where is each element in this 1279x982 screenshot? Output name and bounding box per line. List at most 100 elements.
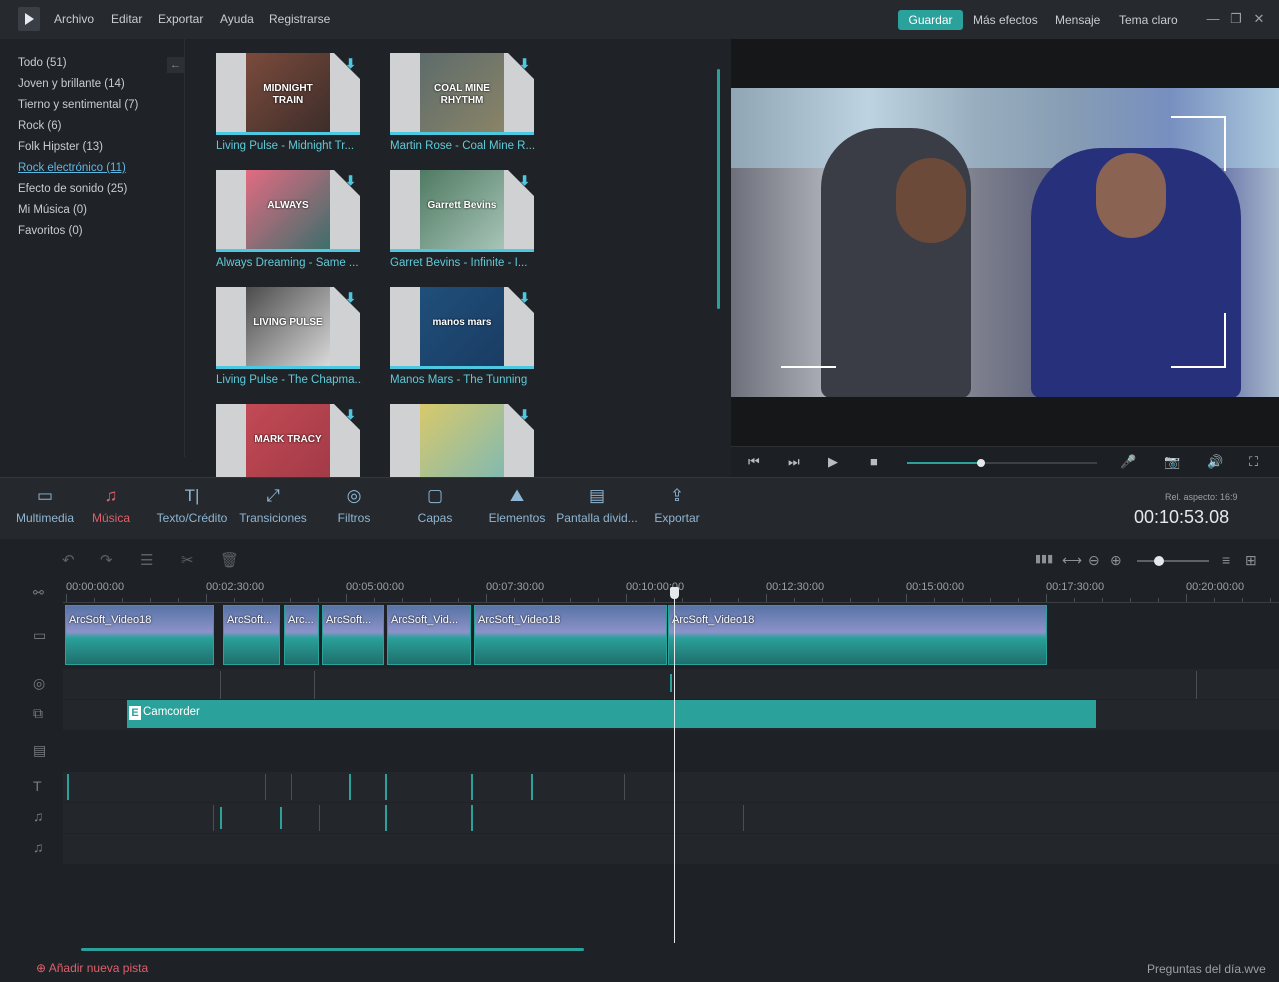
video-clip[interactable]: ArcSoft_Video18 [474,605,667,665]
category-item[interactable]: Mi Música (0) [18,204,87,216]
microphone-icon[interactable]: 🎤 [1120,454,1136,470]
music-marker[interactable] [220,807,222,829]
snapshot-icon[interactable]: 📷 [1164,454,1180,470]
music-marker[interactable] [385,805,387,831]
category-item[interactable]: Efecto de sonido (25) [18,183,127,195]
download-icon[interactable]: ⬇ [519,56,530,72]
music-marker[interactable] [280,807,282,829]
collapse-panel-icon[interactable]: ← [167,57,184,73]
minimize-icon[interactable]: — [1205,10,1221,28]
music-title[interactable]: Garret Bevins - Infinite - I... [390,257,536,269]
category-item[interactable]: Folk Hipster (13) [18,141,103,153]
add-track-button[interactable]: ⊕ Añadir nueva pista [36,961,148,975]
track-list-icon[interactable]: ≡ [1222,552,1230,568]
download-icon[interactable]: ⬇ [519,290,530,306]
menu-exportar[interactable]: Exportar [158,12,203,26]
volume-icon[interactable]: 🔊 [1207,454,1223,470]
category-item[interactable]: Favoritos (0) [18,225,83,237]
music-thumbnail[interactable]: ⬇ [390,404,534,486]
tool-tab-overlays[interactable]: ▢ Capas [390,486,480,525]
video-clip[interactable]: ArcSoft... [223,605,280,665]
category-item[interactable]: Rock (6) [18,120,61,132]
cut-icon[interactable]: ✂ [181,551,194,569]
grid-view-icon[interactable]: ⊞ [1245,552,1257,569]
text-marker[interactable] [531,774,533,800]
tool-tab-filters[interactable]: ◎ Filtros [309,486,399,525]
video-clip[interactable]: Arc... [284,605,319,665]
music-title[interactable]: Martin Rose - Coal Mine R... [390,140,536,152]
menu-archivo[interactable]: Archivo [54,12,94,26]
library-scrollbar[interactable] [717,69,720,309]
music-title[interactable]: Living Pulse - The Chapma... [216,374,362,386]
music-thumbnail[interactable]: MARK TRACY ⬇ [216,404,360,486]
undo-icon[interactable]: ↶ [62,551,75,569]
tool-tab-split-screen[interactable]: ▤ Pantalla divid... [552,486,642,525]
light-theme-link[interactable]: Tema claro [1119,13,1178,27]
download-icon[interactable]: ⬇ [345,173,356,189]
tool-tab-export[interactable]: ⇪ Exportar [632,486,722,525]
skip-forward-icon[interactable]: ⏭ [788,454,800,470]
music-title[interactable]: Living Pulse - Midnight Tr... [216,140,362,152]
maximize-icon[interactable]: ❐ [1228,10,1244,28]
download-icon[interactable]: ⬇ [519,173,530,189]
text-marker[interactable] [349,774,351,800]
download-icon[interactable]: ⬇ [345,407,356,423]
zoom-out-icon[interactable]: ⊖ [1088,552,1100,569]
video-clip[interactable]: ArcSoft_Video18 [668,605,1047,665]
redo-icon[interactable]: ↷ [100,551,113,569]
zoom-slider[interactable] [1137,560,1209,562]
seek-handle[interactable] [977,459,986,467]
fullscreen-icon[interactable]: ⛶ [1249,454,1258,470]
timeline-scrollbar[interactable] [81,948,584,951]
tool-tab-transitions[interactable]: ⤢ Transiciones [228,486,318,525]
stop-icon[interactable]: ■ [870,454,878,469]
music-title[interactable]: Always Dreaming - Same ... [216,257,362,269]
music-thumbnail[interactable]: ALWAYS ⬇ [216,170,360,252]
download-icon[interactable]: ⬇ [345,56,356,72]
ruler-tick [1242,598,1243,602]
tool-tab-text[interactable]: T| Texto/Crédito [147,486,237,525]
audio-mixer-icon[interactable]: ▮▮▮ [1035,552,1053,565]
skip-back-icon[interactable]: ⏮ [748,454,760,470]
music-thumbnail[interactable]: manos mars ⬇ [390,287,534,369]
save-button[interactable]: Guardar [898,10,963,30]
fit-timeline-icon[interactable]: ⟷ [1062,552,1082,569]
video-clip[interactable]: ArcSoft... [322,605,384,665]
category-item[interactable]: Tierno y sentimental (7) [18,99,138,111]
music-thumbnail[interactable]: Garrett Bevins ⬇ [390,170,534,252]
music-marker[interactable] [471,805,473,831]
music-thumbnail[interactable]: MIDNIGHT TRAIN ⬇ [216,53,360,135]
text-marker[interactable] [385,774,387,800]
overlay-clip[interactable]: E Camcorder [127,700,1096,728]
playhead[interactable] [674,589,675,943]
download-icon[interactable]: ⬇ [345,290,356,306]
music-title[interactable]: Manos Mars - The Tunning [390,374,536,386]
text-track [63,772,1279,802]
menu-registrarse[interactable]: Registrarse [269,12,330,26]
download-icon[interactable]: ⬇ [519,407,530,423]
category-item-active[interactable]: Rock electrónico (11) [18,162,126,174]
tool-tab-elements[interactable]: ⛰ Elementos [472,486,562,525]
close-icon[interactable]: ✕ [1251,10,1267,28]
category-item[interactable]: Todo (51) [18,57,67,69]
menu-editar[interactable]: Editar [111,12,142,26]
zoom-in-icon[interactable]: ⊕ [1110,552,1122,569]
delete-icon[interactable]: 🗑 [220,551,239,569]
effect-marker[interactable] [670,674,672,692]
track-separator [220,671,221,699]
play-icon[interactable]: ▶ [828,454,838,470]
adjust-icon[interactable]: ☰ [140,551,153,569]
more-effects-link[interactable]: Más efectos [973,13,1038,27]
zoom-slider-handle[interactable] [1153,556,1164,566]
tool-tab-music[interactable]: ♫ Música [66,486,156,525]
message-link[interactable]: Mensaje [1055,13,1100,27]
music-thumbnail[interactable]: COAL MINE RHYTHM ⬇ [390,53,534,135]
text-marker[interactable] [471,774,473,800]
music-thumbnail[interactable]: LIVING PULSE ⬇ [216,287,360,369]
video-clip[interactable]: ArcSoft_Video18 [65,605,214,665]
text-marker[interactable] [67,774,69,800]
category-item[interactable]: Joven y brillante (14) [18,78,125,90]
snap-icon[interactable]: ⚯ [33,585,44,601]
menu-ayuda[interactable]: Ayuda [220,12,254,26]
video-clip[interactable]: ArcSoft_Vid... [387,605,471,665]
